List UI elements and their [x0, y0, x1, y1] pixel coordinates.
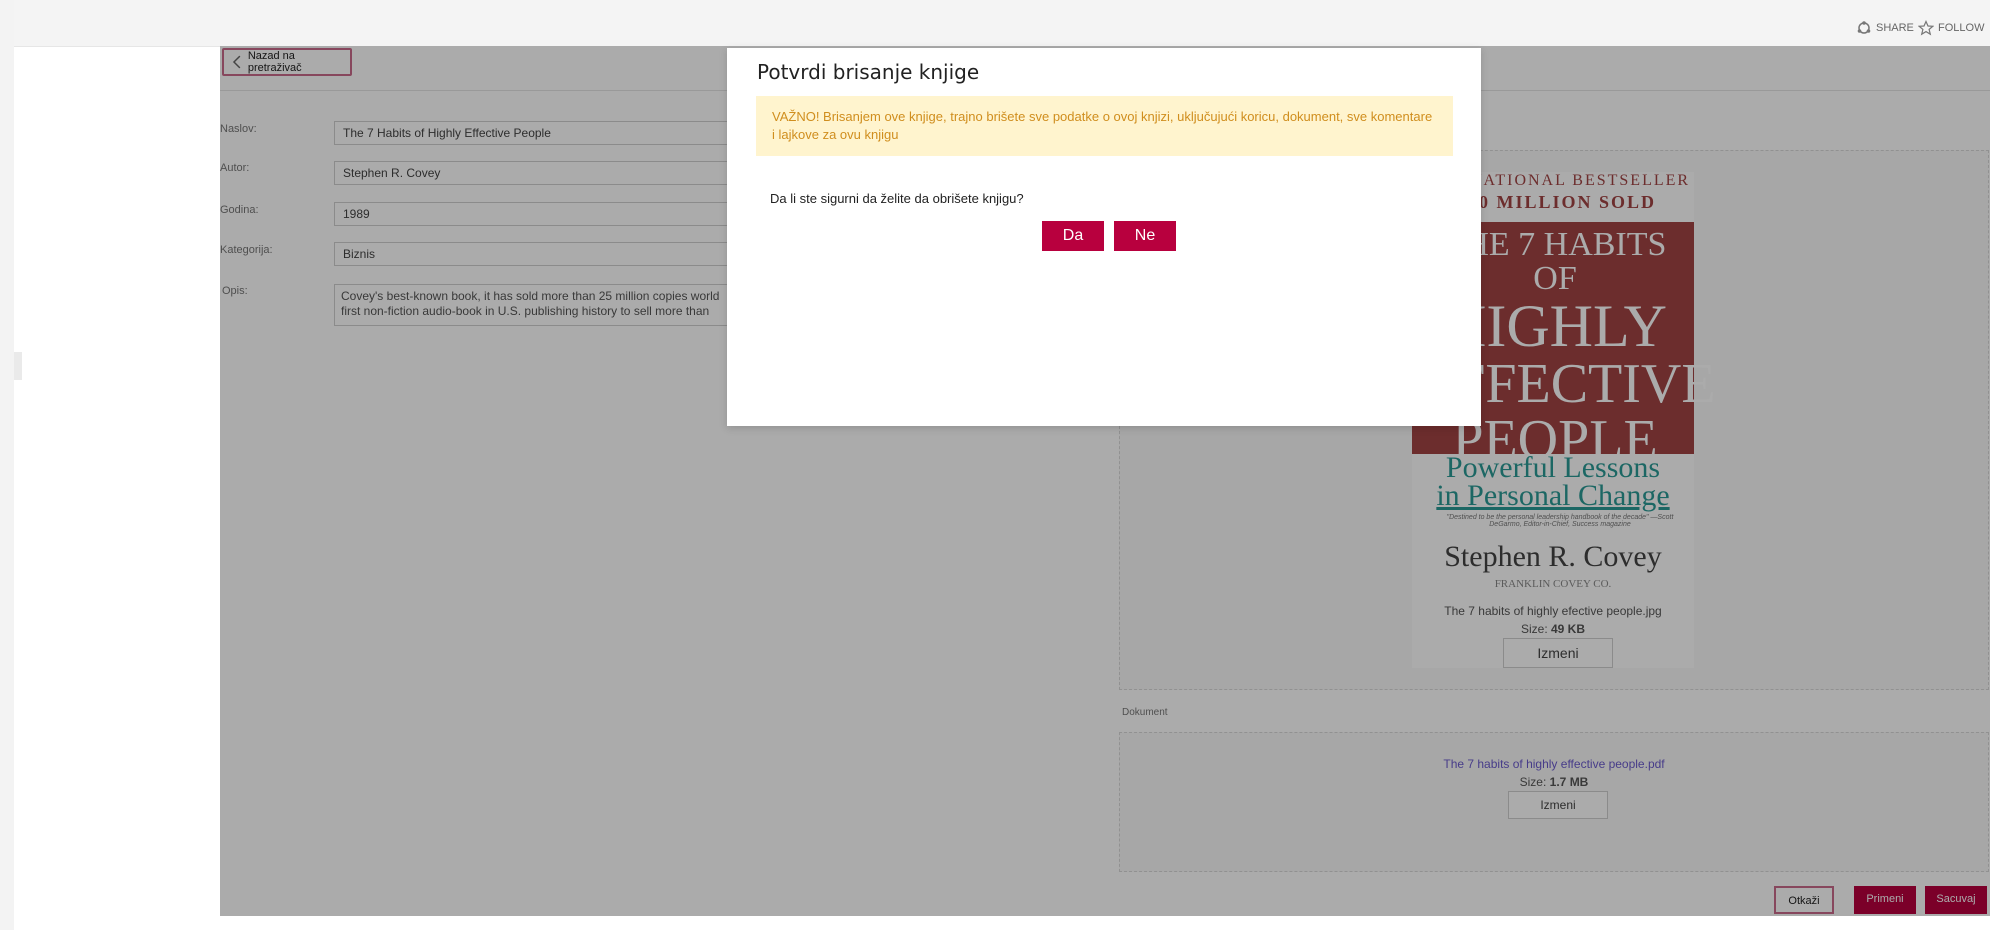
star-icon: [1918, 20, 1934, 36]
warning-line-1: VAŽNO! Brisanjem ove knjige, trajno briš…: [772, 109, 1433, 124]
warning-line-2: i lajkove za ovu knjigu: [772, 127, 899, 142]
follow-label: FOLLOW: [1938, 22, 1985, 34]
dialog-title: Potvrdi brisanje knjige: [757, 60, 980, 84]
top-bar: [0, 0, 1990, 47]
follow-button[interactable]: FOLLOW: [1918, 20, 1984, 36]
no-button[interactable]: Ne: [1114, 221, 1176, 251]
share-button[interactable]: SHARE: [1856, 20, 1914, 36]
left-edge: [0, 0, 14, 930]
share-icon: [1857, 21, 1871, 34]
left-scroll-handle[interactable]: [14, 352, 22, 380]
share-label: SHARE: [1876, 22, 1914, 34]
yes-button[interactable]: Da: [1042, 221, 1104, 251]
confirm-question: Da li ste sigurni da želite da obrišete …: [770, 191, 1024, 206]
warning-message: VAŽNO! Brisanjem ove knjige, trajno briš…: [756, 96, 1453, 156]
